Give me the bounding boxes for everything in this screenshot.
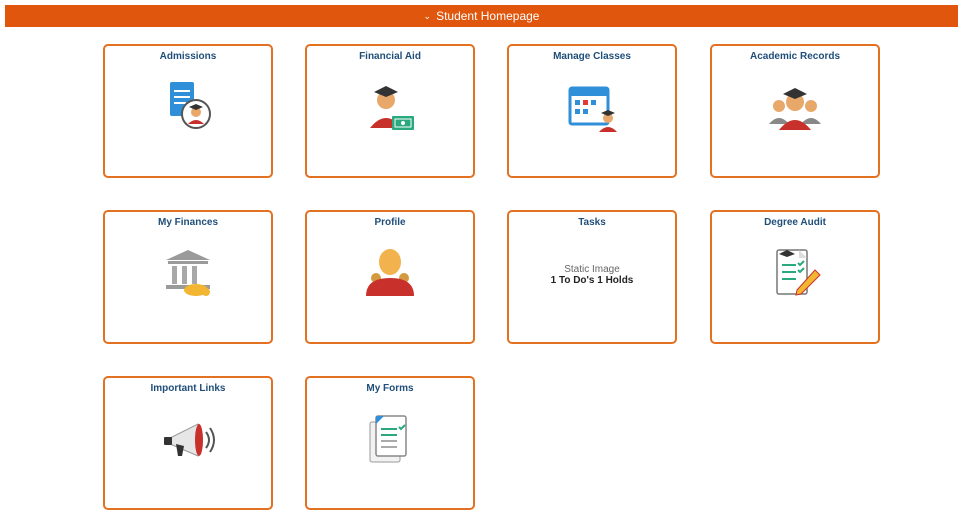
tile-my-forms[interactable]: My Forms <box>305 376 475 510</box>
chevron-down-icon: ⌄ <box>423 10 432 21</box>
calendar-student-icon <box>562 78 622 138</box>
bank-icon <box>158 244 218 304</box>
tile-title: Important Links <box>150 383 226 394</box>
tile-admissions[interactable]: Admissions <box>103 44 273 178</box>
tile-profile[interactable]: Profile <box>305 210 475 344</box>
financial-aid-icon <box>360 78 420 138</box>
tile-tasks[interactable]: Tasks Static Image 1 To Do's 1 Holds <box>507 210 677 344</box>
tile-title: My Finances <box>157 217 219 228</box>
tile-title: Academic Records <box>749 51 841 62</box>
megaphone-icon <box>158 410 218 470</box>
static-image-placeholder: Static Image <box>564 264 620 275</box>
tasks-summary: 1 To Do's 1 Holds <box>550 275 634 286</box>
tile-important-links[interactable]: Important Links <box>103 376 273 510</box>
tile-my-finances[interactable]: My Finances <box>103 210 273 344</box>
tile-degree-audit[interactable]: Degree Audit <box>710 210 880 344</box>
page-title: Student Homepage <box>436 9 540 23</box>
tile-manage-classes[interactable]: Manage Classes <box>507 44 677 178</box>
tile-financial-aid[interactable]: Financial Aid <box>305 44 475 178</box>
graduates-icon <box>765 78 825 138</box>
tile-title: Tasks <box>578 217 606 228</box>
tile-academic-records[interactable]: Academic Records <box>710 44 880 178</box>
tile-title: Profile <box>374 217 406 228</box>
checklist-pencil-icon <box>765 244 825 304</box>
tile-title: Degree Audit <box>764 217 826 228</box>
person-icon <box>360 244 420 304</box>
tile-title: My Forms <box>366 383 414 394</box>
tile-title: Admissions <box>159 51 217 62</box>
tile-title: Financial Aid <box>359 51 421 62</box>
admissions-icon <box>158 78 218 138</box>
forms-icon <box>360 410 420 470</box>
student-homepage-banner[interactable]: ⌄ Student Homepage <box>5 5 958 27</box>
tile-title: Manage Classes <box>553 51 631 62</box>
